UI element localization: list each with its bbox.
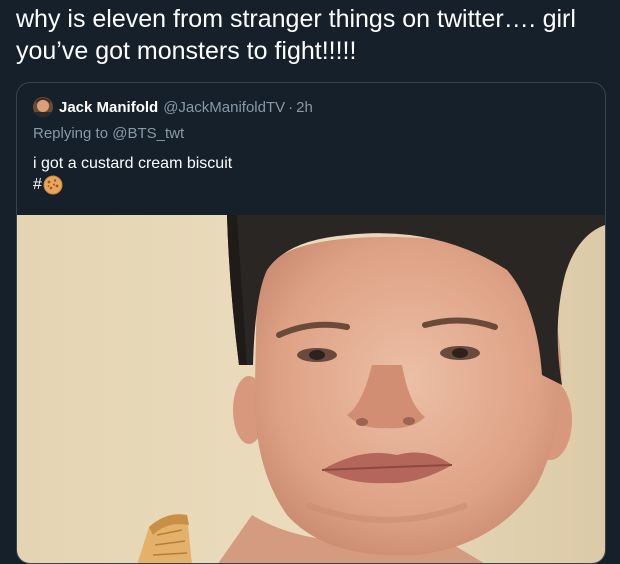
quoted-tweet-text: i got a custard cream biscuit: [33, 155, 233, 172]
selfie-image: [17, 215, 605, 563]
quoted-tweet-photo[interactable]: [17, 215, 605, 563]
tweet-text-line-2: you’ve got monsters to fight!!!!!: [16, 37, 357, 65]
user-handle[interactable]: @JackManifoldTV: [163, 99, 285, 116]
avatar[interactable]: [33, 97, 53, 117]
quoted-tweet-body: i got a custard cream biscuit #: [33, 153, 232, 195]
separator-dot: ·: [288, 98, 294, 116]
hashtag-symbol: #: [33, 176, 42, 193]
replying-to-prefix: Replying to: [33, 125, 109, 142]
hashtag[interactable]: #: [33, 174, 232, 195]
quoted-tweet-card[interactable]: Jack Manifold @JackManifoldTV · 2h Reply…: [16, 82, 606, 564]
replying-to-mention[interactable]: @BTS_twt: [112, 125, 184, 142]
tweet-text: why is eleven from stranger things on tw…: [16, 3, 616, 67]
tweet-text-line-1: why is eleven from stranger things on tw…: [16, 5, 576, 33]
display-name[interactable]: Jack Manifold: [59, 99, 158, 116]
cookie-emoji-icon: [43, 175, 63, 194]
quoted-tweet-header: Jack Manifold @JackManifoldTV · 2h: [33, 97, 313, 117]
replying-to: Replying to @BTS_twt: [33, 125, 184, 142]
timestamp[interactable]: 2h: [296, 99, 313, 116]
